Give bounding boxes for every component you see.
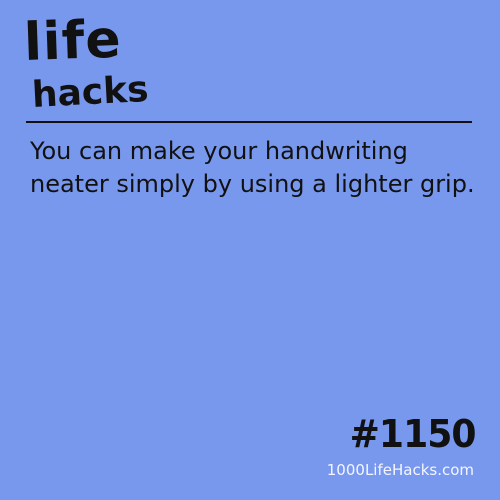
logo-life-text: life [22, 9, 123, 73]
website-link: 1000LifeHacks.com [326, 461, 474, 479]
divider-line [26, 121, 472, 123]
hack-number: #1150 [350, 412, 477, 456]
life-hack-card: life hacks You can make your handwriting… [0, 0, 500, 500]
logo-hacks-text: hacks [30, 68, 150, 116]
hack-text: You can make your handwriting neater sim… [30, 137, 475, 198]
life-hacks-logo: life hacks [22, 8, 174, 120]
